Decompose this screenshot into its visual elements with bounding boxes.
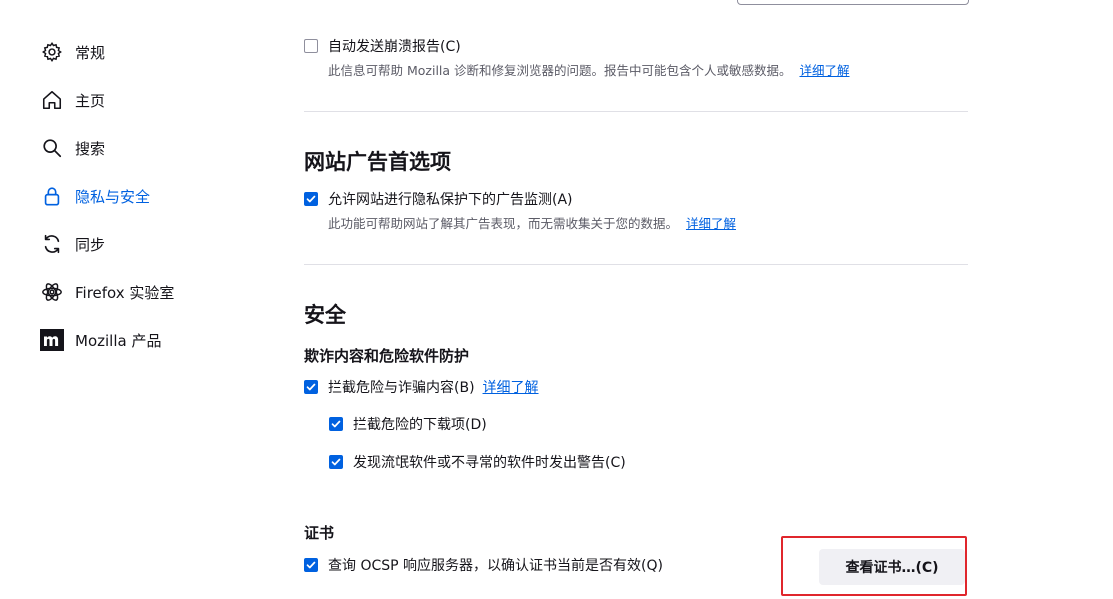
sidebar-item-label: 常规: [75, 43, 106, 62]
sidebar-item-label: Mozilla 产品: [75, 331, 162, 350]
learn-more-link[interactable]: 详细了解: [483, 377, 539, 397]
sidebar-item-label: Firefox 实验室: [75, 283, 175, 302]
settings-page: 常规 主页 搜索 隐私与安全 同步 Firefox 实验室 Mozilla 产品…: [0, 0, 1113, 599]
ocsp-option: 查询 OCSP 响应服务器，以确认证书当前是否有效(Q): [304, 555, 663, 575]
flask-icon: [40, 280, 64, 304]
home-icon: [40, 88, 64, 112]
block-downloads-label: 拦截危险的下载项(D): [353, 417, 487, 433]
block-dangerous-option: 拦截危险与诈骗内容(B) 详细了解: [304, 377, 539, 397]
highlight-box: [781, 536, 967, 596]
search-icon: [40, 136, 64, 160]
learn-more-link[interactable]: 详细了解: [686, 216, 736, 231]
sidebar-item-mozilla-products[interactable]: Mozilla 产品: [40, 316, 260, 364]
unwanted-software-checkbox[interactable]: [329, 455, 343, 469]
ocsp-checkbox[interactable]: [304, 558, 318, 572]
ad-measurement-checkbox[interactable]: [304, 192, 318, 206]
divider: [304, 111, 968, 112]
block-downloads-checkbox[interactable]: [329, 417, 343, 431]
sidebar-item-general[interactable]: 常规: [40, 28, 260, 76]
lock-icon: [40, 184, 64, 208]
block-dangerous-label: 拦截危险与诈骗内容(B): [328, 380, 475, 396]
ad-measurement-description: 此功能可帮助网站了解其广告表现，而无需收集关于您的数据。 详细了解: [328, 216, 736, 231]
crash-report-option: 自动发送崩溃报告(C): [304, 36, 461, 56]
deceptive-content-heading: 欺诈内容和危险软件防护: [304, 347, 470, 365]
sidebar-item-privacy[interactable]: 隐私与安全: [40, 172, 260, 220]
learn-more-link[interactable]: 详细了解: [799, 63, 849, 78]
crash-report-checkbox[interactable]: [304, 39, 318, 53]
ad-measurement-label: 允许网站进行隐私保护下的广告监测(A): [328, 192, 573, 208]
unwanted-software-label: 发现流氓软件或不寻常的软件时发出警告(C): [353, 455, 626, 471]
sidebar-item-label: 搜索: [75, 139, 106, 158]
unwanted-software-option: 发现流氓软件或不寻常的软件时发出警告(C): [329, 452, 626, 472]
sidebar-item-sync[interactable]: 同步: [40, 220, 260, 268]
sidebar-item-label: 同步: [75, 235, 106, 254]
block-dangerous-checkbox[interactable]: [304, 380, 318, 394]
sync-icon: [40, 232, 64, 256]
sidebar-item-home[interactable]: 主页: [40, 76, 260, 124]
ad-measurement-option: 允许网站进行隐私保护下的广告监测(A): [304, 189, 573, 209]
privacy-security-content: 自动发送崩溃报告(C) 此信息可帮助 Mozilla 诊断和修复浏览器的问题。报…: [304, 0, 968, 599]
sidebar-item-label: 隐私与安全: [75, 187, 151, 206]
settings-sidebar: 常规 主页 搜索 隐私与安全 同步 Firefox 实验室 Mozilla 产品: [40, 28, 260, 364]
block-downloads-option: 拦截危险的下载项(D): [329, 414, 487, 434]
ocsp-label: 查询 OCSP 响应服务器，以确认证书当前是否有效(Q): [328, 558, 663, 574]
gear-icon: [40, 40, 64, 64]
divider: [304, 264, 968, 265]
sidebar-item-label: 主页: [75, 91, 106, 110]
sidebar-item-labs[interactable]: Firefox 实验室: [40, 268, 260, 316]
security-section-heading: 安全: [304, 303, 346, 327]
sidebar-item-search[interactable]: 搜索: [40, 124, 260, 172]
ads-section-heading: 网站广告首选项: [304, 150, 451, 174]
certificates-heading: 证书: [304, 524, 335, 542]
mozilla-logo-icon: [40, 328, 64, 352]
crash-report-label: 自动发送崩溃报告(C): [328, 39, 461, 55]
crash-report-description: 此信息可帮助 Mozilla 诊断和修复浏览器的问题。报告中可能包含个人或敏感数…: [328, 63, 850, 78]
